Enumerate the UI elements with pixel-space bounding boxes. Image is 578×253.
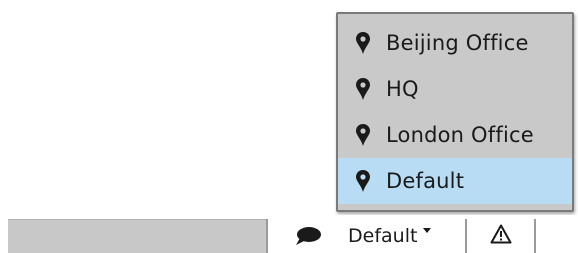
status-bar-filler [8,219,266,253]
map-pin-icon [356,78,370,100]
status-divider [465,219,467,253]
menu-item-label: London Office [386,123,534,147]
menu-item-label: HQ [386,77,419,101]
menu-item-london-office[interactable]: London Office [338,112,572,158]
chevron-down-icon [423,227,432,233]
menu-item-hq[interactable]: HQ [338,66,572,112]
location-menu: Beijing Office HQ London Office Default [336,12,574,212]
location-selector-button[interactable]: Default [270,219,463,253]
chat-bubble-icon [294,226,322,246]
status-divider [266,219,268,253]
menu-item-beijing-office[interactable]: Beijing Office [338,20,572,66]
status-bar: Default [0,215,578,253]
menu-item-label: Default [386,169,465,193]
location-selector-label: Default [348,225,418,247]
map-pin-icon [356,170,370,192]
menu-item-label: Beijing Office [386,31,529,55]
map-pin-icon [356,124,370,146]
warning-button[interactable] [472,219,530,253]
map-pin-icon [356,32,370,54]
status-divider [534,219,536,253]
menu-item-default[interactable]: Default [338,158,572,204]
warning-triangle-icon [490,224,512,248]
